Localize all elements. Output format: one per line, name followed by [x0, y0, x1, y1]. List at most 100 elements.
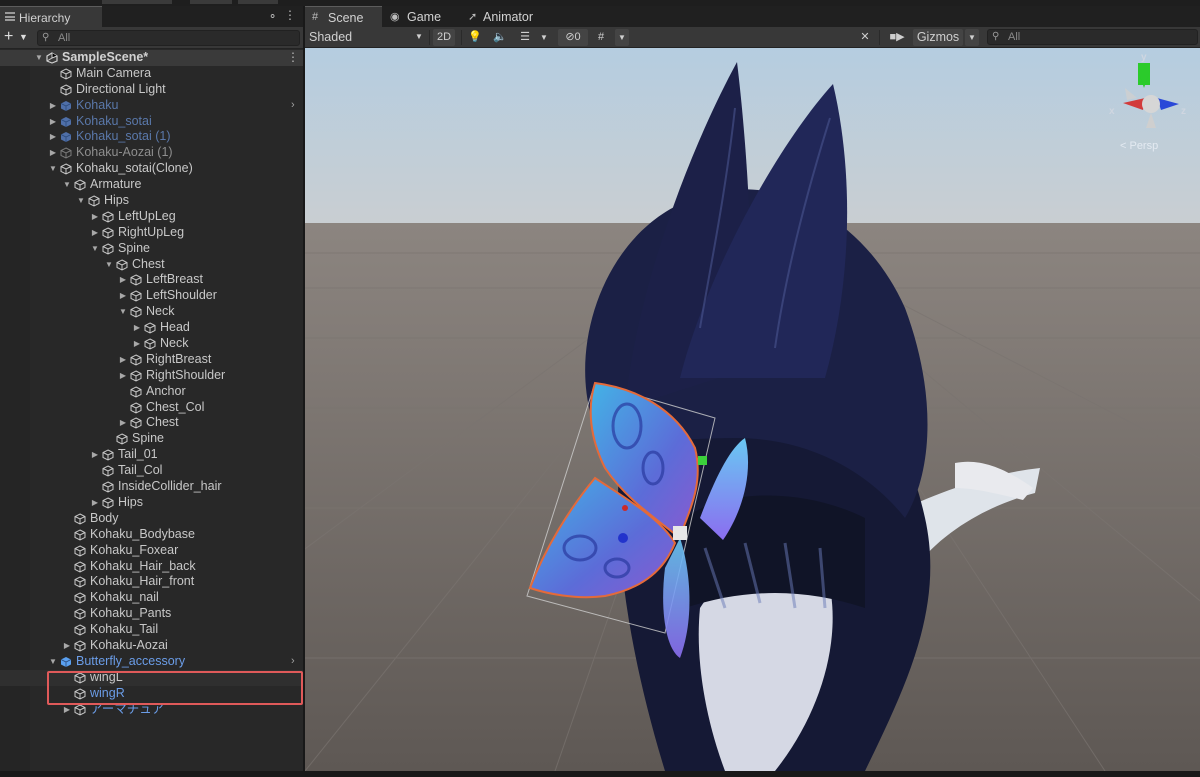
hierarchy-search-input[interactable]: ⚲ All	[37, 30, 300, 46]
expand-arrow-right-icon[interactable]: ▶	[118, 415, 128, 431]
hierarchy-row[interactable]: Kohaku_Hair_back	[0, 559, 303, 575]
scene-options-icon[interactable]: ⋮	[287, 50, 299, 66]
expand-arrow-right-icon[interactable]: ▶	[90, 209, 100, 225]
hierarchy-row[interactable]: ▶ Kohaku-Aozai (1)	[0, 145, 303, 161]
hierarchy-row[interactable]: ▼ Chest	[0, 257, 303, 273]
hidden-objects-toggle[interactable]: ⊘0	[558, 29, 588, 46]
hierarchy-row[interactable]: ▶ Hips	[0, 495, 303, 511]
gameobject-icon	[116, 259, 128, 271]
hierarchy-row[interactable]: ▶ Head	[0, 320, 303, 336]
tab-game[interactable]: ◉ Game	[383, 6, 461, 27]
hierarchy-row[interactable]: ▶ Tail_01	[0, 447, 303, 463]
hierarchy-row[interactable]: ▼ Armature	[0, 177, 303, 193]
expand-arrow-right-icon[interactable]: ▶	[118, 272, 128, 288]
hierarchy-row-label: Anchor	[146, 383, 186, 398]
hierarchy-row[interactable]: Body	[0, 511, 303, 527]
search-icon: ⚲	[42, 32, 50, 43]
expand-arrow-right-icon[interactable]: ▶	[48, 98, 58, 114]
expand-arrow-right-icon[interactable]: ▶	[90, 225, 100, 241]
expand-arrow-down-icon[interactable]: ▼	[34, 50, 44, 66]
expand-arrow-right-icon[interactable]: ▶	[118, 368, 128, 384]
hierarchy-row[interactable]: ▶ LeftUpLeg	[0, 209, 303, 225]
hierarchy-row[interactable]: ▶ RightShoulder	[0, 368, 303, 384]
hierarchy-row[interactable]: Kohaku_Foxear	[0, 543, 303, 559]
expand-arrow-right-icon[interactable]: ▶	[90, 447, 100, 463]
audio-icon[interactable]: 🔈	[491, 29, 509, 46]
scene-viewport[interactable]: y x z < Persp	[305, 48, 1200, 771]
scene-row[interactable]: ▼ SampleScene* ⋮	[0, 50, 303, 66]
chevron-down-icon[interactable]: ▼	[965, 29, 979, 46]
hierarchy-row[interactable]: Kohaku_Hair_front	[0, 574, 303, 590]
expand-arrow-right-icon[interactable]: ▶	[132, 336, 142, 352]
hierarchy-row[interactable]: ▼ Spine	[0, 241, 303, 257]
hierarchy-row[interactable]: Spine	[0, 431, 303, 447]
hierarchy-row[interactable]: Kohaku_Bodybase	[0, 527, 303, 543]
hierarchy-row[interactable]: Directional Light	[0, 82, 303, 98]
tab-animator[interactable]: ➚ Animator	[462, 6, 552, 27]
tab-hierarchy[interactable]: Hierarchy	[0, 6, 102, 27]
lighting-icon[interactable]: 💡	[466, 29, 484, 46]
2d-toggle-button[interactable]: 2D	[433, 29, 455, 46]
hierarchy-row[interactable]: Tail_Col	[0, 463, 303, 479]
expand-arrow-down-icon[interactable]: ▼	[48, 161, 58, 177]
lock-icon[interactable]: ⚬	[268, 10, 277, 23]
open-prefab-chevron-icon[interactable]: ›	[291, 654, 295, 670]
hierarchy-row-label: Neck	[160, 336, 189, 351]
expand-arrow-down-icon[interactable]: ▼	[76, 193, 86, 209]
chevron-down-icon[interactable]: ▼	[615, 29, 629, 46]
open-prefab-chevron-icon[interactable]: ›	[291, 98, 295, 114]
hierarchy-row[interactable]: Chest_Col	[0, 400, 303, 416]
expand-arrow-down-icon[interactable]: ▼	[118, 304, 128, 320]
expand-arrow-right-icon[interactable]: ▶	[62, 638, 72, 654]
hierarchy-row[interactable]: ▶ RightUpLeg	[0, 225, 303, 241]
expand-arrow-right-icon[interactable]: ▶	[90, 495, 100, 511]
hierarchy-row[interactable]: ▼ Neck	[0, 304, 303, 320]
expand-arrow-right-icon[interactable]: ▶	[48, 114, 58, 130]
hierarchy-row[interactable]: ▶ Chest	[0, 415, 303, 431]
chevron-down-icon[interactable]: ▼	[539, 29, 549, 46]
camera-icon[interactable]: ■▶	[882, 29, 912, 46]
hierarchy-row[interactable]: Main Camera	[0, 66, 303, 82]
add-object-button[interactable]: +	[4, 28, 13, 46]
expand-arrow-right-icon[interactable]: ▶	[132, 320, 142, 336]
hierarchy-row[interactable]: InsideCollider_hair	[0, 479, 303, 495]
tab-scene[interactable]: # Scene	[305, 6, 382, 27]
hierarchy-toolbar: + ▼ ⚲ All	[0, 27, 303, 49]
hierarchy-row-label: Head	[160, 320, 190, 335]
hierarchy-row[interactable]: Kohaku_Pants	[0, 606, 303, 622]
expand-arrow-right-icon[interactable]: ▶	[48, 145, 58, 161]
projection-label[interactable]: < Persp	[1120, 140, 1158, 152]
hierarchy-row-label: Kohaku_sotai	[76, 113, 152, 128]
hierarchy-row[interactable]: ▶ Neck	[0, 336, 303, 352]
expand-arrow-down-icon[interactable]: ▼	[48, 654, 58, 670]
gizmos-button[interactable]: Gizmos	[913, 29, 963, 46]
hierarchy-row[interactable]: ▼ Hips	[0, 193, 303, 209]
hierarchy-row[interactable]: ▶ LeftBreast	[0, 272, 303, 288]
hierarchy-row[interactable]: ▶ Kohaku_sotai (1)	[0, 129, 303, 145]
hierarchy-row[interactable]: Anchor	[0, 384, 303, 400]
expand-arrow-right-icon[interactable]: ▶	[118, 352, 128, 368]
expand-arrow-down-icon[interactable]: ▼	[90, 241, 100, 257]
hierarchy-row[interactable]: Kohaku_nail	[0, 590, 303, 606]
shading-mode-dropdown[interactable]: Shaded ▼	[309, 27, 425, 47]
expand-arrow-right-icon[interactable]: ▶	[118, 288, 128, 304]
hierarchy-row[interactable]: ▼ Kohaku_sotai(Clone)	[0, 161, 303, 177]
hierarchy-row[interactable]: ▶ Kohaku ›	[0, 98, 303, 114]
hierarchy-row[interactable]: Kohaku_Tail	[0, 622, 303, 638]
hierarchy-row[interactable]: ▼ Butterfly_accessory ›	[0, 654, 303, 670]
hierarchy-row[interactable]: ▶ Kohaku_sotai	[0, 114, 303, 130]
scene-search-input[interactable]: ⚲ All	[987, 29, 1198, 45]
tools-icon[interactable]: ✕	[856, 29, 874, 46]
top-tab-stub	[190, 0, 232, 4]
more-options-icon[interactable]: ⋮	[284, 8, 296, 22]
hierarchy-row[interactable]: ▶ LeftShoulder	[0, 288, 303, 304]
expand-arrow-down-icon[interactable]: ▼	[62, 177, 72, 193]
hierarchy-row[interactable]: ▶ RightBreast	[0, 352, 303, 368]
expand-arrow-right-icon[interactable]: ▶	[48, 129, 58, 145]
grid-snap-icon[interactable]: #	[592, 29, 610, 46]
effects-icon[interactable]: ☰	[516, 29, 534, 46]
hierarchy-row-label: Kohaku_Hair_front	[90, 574, 195, 589]
expand-arrow-down-icon[interactable]: ▼	[104, 257, 114, 273]
chevron-down-icon[interactable]: ▼	[19, 32, 28, 42]
hierarchy-row[interactable]: ▶ Kohaku-Aozai	[0, 638, 303, 654]
